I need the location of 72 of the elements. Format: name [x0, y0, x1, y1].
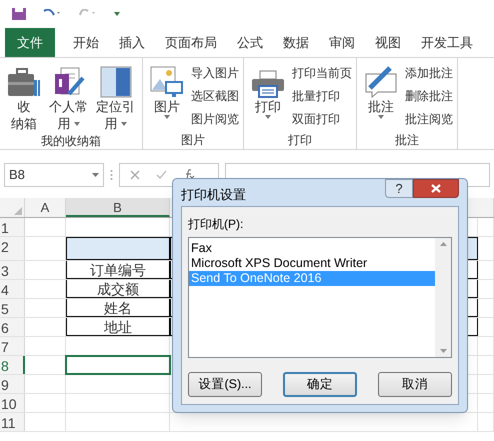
ribbon-menu-item[interactable]: 批量打印: [292, 87, 352, 105]
scroll-up-icon[interactable]: [440, 242, 446, 246]
ribbon-menu-item[interactable]: 添加批注: [405, 64, 453, 82]
field-label: 打印机(P):: [188, 216, 244, 233]
table-cell: 订单编号: [66, 261, 170, 279]
file-tab[interactable]: 文件: [5, 28, 55, 57]
cancel-icon[interactable]: [130, 170, 140, 180]
row-header[interactable]: 11: [0, 413, 25, 431]
ribbon-menu-item[interactable]: 双面打印: [292, 110, 352, 128]
printer-item[interactable]: Microsoft XPS Document Writer: [189, 256, 435, 271]
row-header[interactable]: 5: [0, 299, 25, 317]
dialog-button[interactable]: 取消: [378, 372, 452, 397]
table-cell: 姓名: [66, 299, 170, 317]
dropdown-caret-icon[interactable]: [92, 173, 99, 177]
large-ribbon-button[interactable]: 批注: [361, 64, 401, 131]
function-icon[interactable]: [183, 169, 195, 181]
printer-icon: [251, 70, 285, 98]
printer-item[interactable]: Fax: [189, 241, 435, 256]
ribbon-tab[interactable]: 页面布局: [155, 28, 227, 57]
split-panel-icon: [100, 66, 132, 98]
group-label: 图片: [181, 132, 205, 149]
ribbon-menu-item[interactable]: 删除批注: [405, 87, 453, 105]
cell-reference: B8: [9, 166, 25, 184]
customize-caret-icon[interactable]: [114, 12, 120, 16]
ribbon-tab[interactable]: 开发工具: [411, 28, 483, 57]
dialog-button[interactable]: 设置(S)...: [188, 372, 262, 397]
column-header[interactable]: B: [66, 198, 170, 217]
scrollbar[interactable]: [435, 238, 451, 357]
dialog-title: 打印机设置: [181, 186, 246, 204]
name-box[interactable]: B8: [4, 163, 104, 187]
group-label: 批注: [395, 132, 419, 149]
help-button[interactable]: ?: [385, 179, 413, 198]
large-ribbon-button[interactable]: 个人常 用: [46, 64, 91, 132]
save-icon[interactable]: [12, 8, 26, 20]
large-ribbon-button[interactable]: 图片: [147, 64, 187, 131]
ribbon-menu-item[interactable]: 批注阅览: [405, 110, 453, 128]
printer-list[interactable]: Fax Microsoft XPS Document Writer Send To OneNote 2016: [188, 237, 452, 358]
ribbon-tab[interactable]: 插入: [109, 28, 155, 57]
row-header[interactable]: 9: [0, 375, 25, 393]
pencil-comment-icon: [364, 66, 398, 98]
ribbon-menu-item[interactable]: 选区截图: [191, 87, 239, 105]
row-header[interactable]: 1: [0, 218, 25, 236]
ribbon-menu-item[interactable]: 图片阅览: [191, 110, 239, 128]
large-ribbon-button[interactable]: 定位引 用: [93, 64, 138, 132]
notebook-pencil-icon: [52, 66, 84, 98]
ribbon-tab[interactable]: 视图: [365, 28, 411, 57]
ribbon-menu-item[interactable]: 导入图片: [191, 64, 239, 82]
group-label: 我的收纳箱: [41, 133, 101, 150]
table-cell: 成交额: [66, 280, 170, 298]
large-ribbon-button[interactable]: 打印: [248, 64, 288, 131]
ribbon-tab[interactable]: 公式: [227, 28, 273, 57]
row-header[interactable]: 3: [0, 261, 25, 279]
scroll-down-icon[interactable]: [440, 349, 446, 353]
ribbon-tab[interactable]: 开始: [63, 28, 109, 57]
row-header[interactable]: 8: [0, 356, 25, 374]
large-ribbon-button[interactable]: 收 纳箱: [4, 64, 44, 132]
picture-icon: [150, 66, 184, 98]
ribbon-menu-item[interactable]: 打印当前页: [292, 64, 352, 82]
close-icon: [431, 184, 441, 193]
toolbox-icon: [7, 68, 41, 98]
ribbon-tab[interactable]: 数据: [273, 28, 319, 57]
table-cell: 地址: [66, 318, 170, 336]
row-header[interactable]: 6: [0, 318, 25, 336]
ribbon-tab[interactable]: 审阅: [319, 28, 365, 57]
row-header[interactable]: 7: [0, 337, 25, 355]
close-button[interactable]: [413, 179, 459, 198]
row-header[interactable]: 4: [0, 280, 25, 298]
row-header[interactable]: 2: [0, 237, 25, 260]
grip-icon: [110, 169, 113, 181]
dialog-button[interactable]: 确定: [283, 372, 357, 397]
row-header[interactable]: 10: [0, 394, 25, 412]
group-label: 打印: [288, 132, 312, 149]
